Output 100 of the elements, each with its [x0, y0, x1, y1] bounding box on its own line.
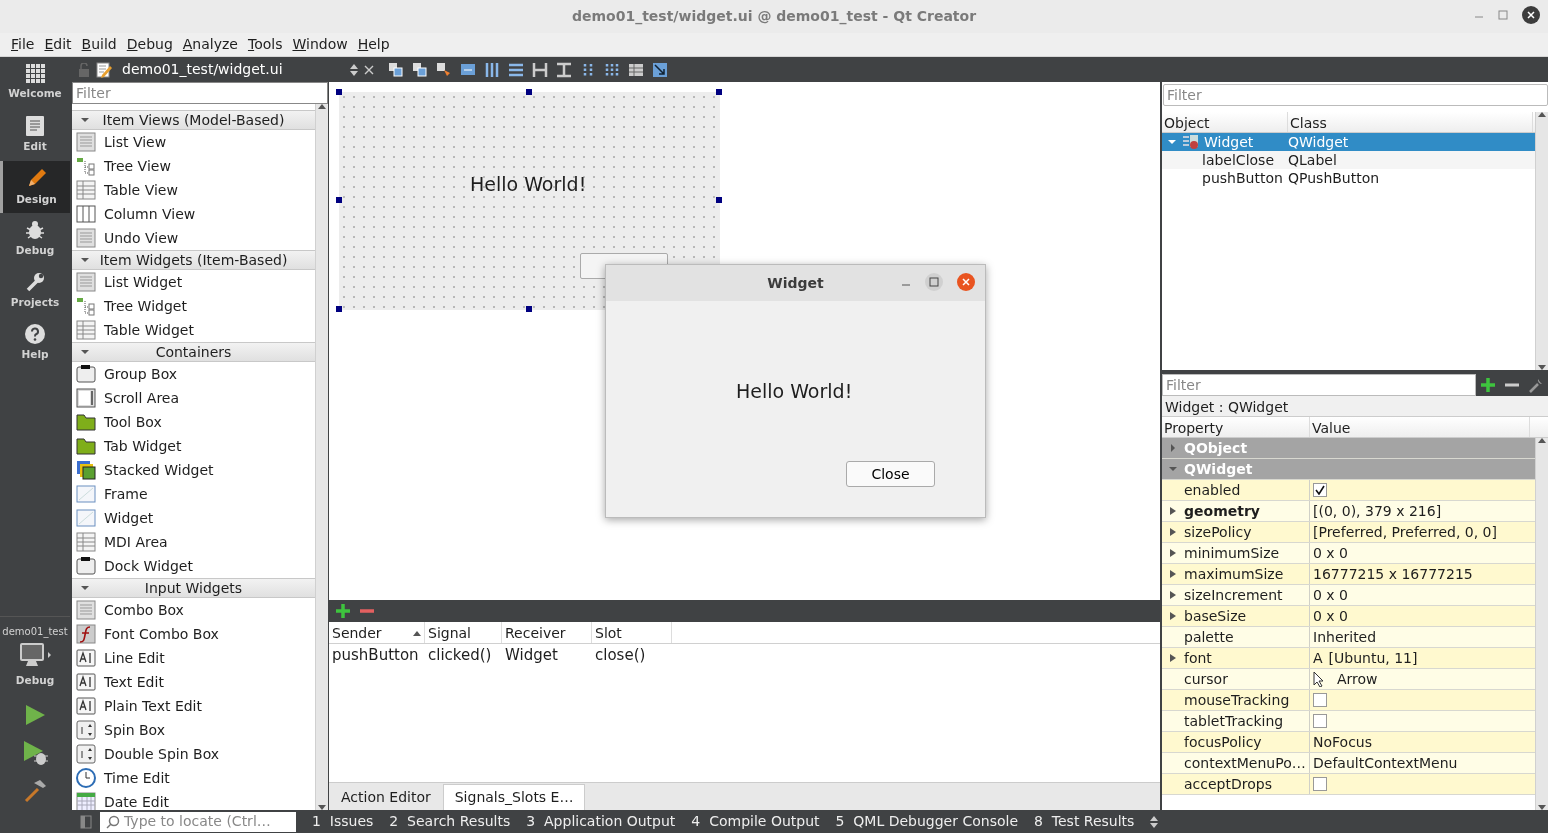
widget-item[interactable]: Line Edit: [104, 647, 165, 669]
scroll-down-icon[interactable]: [1538, 365, 1546, 370]
widget-item[interactable]: Font Combo Box: [104, 623, 219, 645]
property-value[interactable]: 0 x 0: [1313, 605, 1348, 627]
locator-field[interactable]: Type to locate (Ctrl…: [100, 811, 296, 832]
tree-row[interactable]: Widget QWidget: [1162, 133, 1535, 151]
menu-item[interactable]: Window: [287, 34, 353, 55]
resize-handle[interactable]: [526, 306, 532, 312]
checkbox[interactable]: [1313, 777, 1327, 791]
split-icon[interactable]: [556, 61, 572, 78]
property-value[interactable]: 16777215 x 16777215: [1313, 563, 1473, 585]
wrench-icon[interactable]: [1528, 377, 1544, 393]
widget-item[interactable]: Double Spin Box: [104, 743, 220, 765]
column-header[interactable]: Object: [1162, 112, 1288, 132]
widget-item[interactable]: Date Edit: [104, 791, 170, 810]
close-icon[interactable]: [1522, 6, 1540, 24]
property-value[interactable]: Inherited: [1313, 626, 1377, 648]
property-value[interactable]: DefaultContextMenu: [1313, 752, 1458, 774]
resize-handle[interactable]: [716, 197, 722, 203]
menu-item[interactable]: Debug: [121, 34, 178, 55]
resize-icon[interactable]: [652, 61, 668, 78]
property-value[interactable]: [Preferred, Preferred, 0, 0]: [1313, 521, 1497, 543]
mode-button[interactable]: Debug: [0, 213, 70, 265]
menu-item[interactable]: Tools: [242, 34, 288, 55]
category-header[interactable]: Item Widgets (Item-Based): [72, 250, 315, 270]
add-icon[interactable]: [1480, 377, 1496, 393]
scroll-up-icon[interactable]: [1538, 112, 1546, 117]
output-pane-button[interactable]: 5 QML Debugger Console: [827, 811, 1026, 832]
output-pane-button[interactable]: 3 Application Output: [518, 811, 684, 832]
columns-icon[interactable]: [484, 61, 500, 78]
scrollbar[interactable]: [315, 104, 328, 810]
file-name[interactable]: demo01_test/widget.ui: [122, 59, 344, 80]
checkbox[interactable]: [1313, 483, 1327, 497]
expand-arrow-icon[interactable]: [1170, 612, 1176, 620]
up-down-arrows-icon[interactable]: [1150, 815, 1159, 828]
up-down-arrows-icon[interactable]: [350, 63, 358, 76]
widget-item[interactable]: Text Edit: [104, 671, 164, 693]
output-pane-button[interactable]: 8 Test Results: [1026, 811, 1143, 832]
mode-button[interactable]: Projects: [0, 265, 70, 317]
resize-handle[interactable]: [336, 89, 342, 95]
widget-item[interactable]: Tree View: [104, 155, 171, 177]
checkbox[interactable]: [1313, 714, 1327, 728]
close-icon[interactable]: [364, 64, 374, 75]
category-header[interactable]: Input Widgets: [72, 578, 315, 598]
debug-run-icon[interactable]: [22, 740, 48, 766]
checkbox[interactable]: [1313, 693, 1327, 707]
widget-item[interactable]: Scroll Area: [104, 387, 180, 409]
expand-arrow-icon[interactable]: [1170, 591, 1176, 599]
resize-handle[interactable]: [716, 89, 722, 95]
resize-handle[interactable]: [336, 306, 342, 312]
column-header[interactable]: Class: [1288, 112, 1533, 132]
property-value[interactable]: [(0, 0), 379 x 216]: [1313, 500, 1442, 522]
mode-button[interactable]: Design: [0, 161, 70, 213]
tree-row[interactable]: labelClose QLabel: [1162, 151, 1535, 169]
widget-item[interactable]: Plain Text Edit: [104, 695, 202, 717]
resize-handle[interactable]: [526, 89, 532, 95]
grid-icon[interactable]: [604, 61, 620, 78]
caret-icon[interactable]: [1169, 465, 1177, 473]
widget-item[interactable]: Column View: [104, 203, 196, 225]
add-icon[interactable]: [335, 603, 351, 619]
mode-button[interactable]: Help: [0, 317, 70, 369]
hammer-icon[interactable]: [23, 779, 47, 803]
widget-item[interactable]: Tool Box: [104, 411, 162, 433]
scrollbar[interactable]: [1535, 438, 1548, 810]
run-icon[interactable]: [24, 704, 46, 726]
menu-item[interactable]: Analyze: [177, 34, 243, 55]
column-header[interactable]: Signal: [425, 622, 502, 643]
expand-arrow-icon[interactable]: [1170, 549, 1176, 557]
table-icon[interactable]: [628, 61, 644, 78]
widget-item[interactable]: Table View: [104, 179, 178, 201]
sidebar-toggle-icon[interactable]: [80, 814, 92, 829]
menu-item[interactable]: File: [6, 34, 40, 55]
mode-button[interactable]: Edit: [0, 109, 70, 161]
resize-handle[interactable]: [336, 197, 342, 203]
widget-item[interactable]: Stacked Widget: [104, 459, 214, 481]
property-value[interactable]: Arrow: [1337, 668, 1378, 690]
widget-item[interactable]: Tab Widget: [104, 435, 182, 457]
filter-field[interactable]: Filter: [72, 82, 328, 104]
widget-item[interactable]: Group Box: [104, 363, 178, 385]
widget-item[interactable]: List Widget: [104, 271, 183, 293]
output-pane-button[interactable]: 2 Search Results: [381, 811, 519, 832]
expand-arrow-icon[interactable]: [1170, 654, 1176, 662]
output-pane-button[interactable]: 1 Issues: [304, 811, 382, 832]
property-value[interactable]: 0 x 0: [1313, 542, 1348, 564]
property-value[interactable]: 0 x 0: [1313, 584, 1348, 606]
widget-item[interactable]: Widget: [104, 507, 154, 529]
widget-item[interactable]: List View: [104, 131, 167, 153]
widget-item[interactable]: Table Widget: [104, 319, 194, 341]
rows-icon[interactable]: [508, 61, 524, 78]
category-header[interactable]: Containers: [72, 342, 315, 362]
expand-arrow-icon[interactable]: [1170, 528, 1176, 536]
close-button[interactable]: Close: [846, 461, 935, 487]
widget-item[interactable]: MDI Area: [104, 531, 168, 553]
scrollbar[interactable]: [1535, 112, 1548, 370]
filter-field[interactable]: Filter: [1163, 84, 1548, 106]
expand-arrow-icon[interactable]: [1170, 570, 1176, 578]
output-pane-button[interactable]: 4 Compile Output: [683, 811, 828, 832]
widget-item[interactable]: Time Edit: [104, 767, 170, 789]
column-header[interactable]: Receiver: [502, 622, 592, 643]
menu-item[interactable]: Build: [76, 34, 122, 55]
